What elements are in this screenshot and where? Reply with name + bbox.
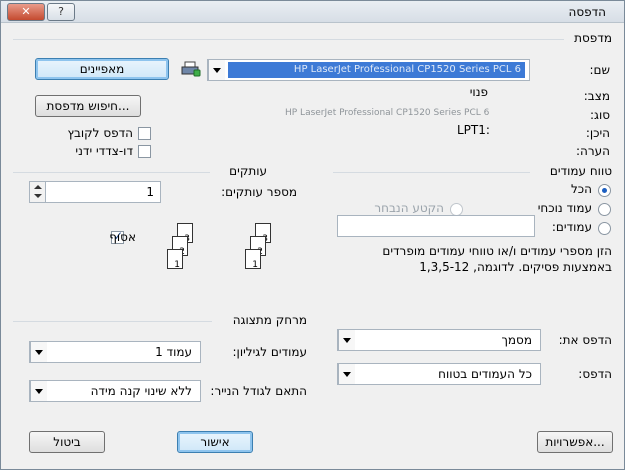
scale-label: התאם לגודל הנייר:: [210, 384, 307, 398]
page-range-pages-radio[interactable]: [598, 222, 611, 235]
printer-icon: [181, 61, 201, 77]
print-label: הדפס:: [578, 367, 612, 381]
title-bar: ✕ ? הדפסה: [1, 1, 624, 23]
copies-count-label: מספר עותקים:: [221, 185, 297, 199]
printer-type-label: סוג:: [589, 108, 610, 122]
spinner-icon: [30, 182, 46, 202]
print-to-file-label: הדפס לקובץ: [67, 126, 133, 140]
printer-status-label: מצב:: [583, 89, 610, 103]
close-icon: ✕: [21, 5, 31, 18]
pages-per-sheet-select[interactable]: 1 עמוד: [29, 341, 201, 363]
printer-type-value: HP LaserJet Professional CP1520 Series P…: [285, 108, 490, 118]
printer-status-value: פנוי: [469, 85, 488, 99]
print-what-label: הדפס את:: [558, 333, 612, 347]
print-to-file-checkbox[interactable]: [138, 127, 151, 140]
help-button[interactable]: ?: [47, 3, 75, 21]
manual-duplex-label: דו-צדדי ידני: [75, 144, 133, 158]
page-range-current-radio[interactable]: [598, 203, 611, 216]
manual-duplex-checkbox[interactable]: [138, 145, 151, 158]
chevron-down-icon: [338, 364, 355, 384]
help-icon: ?: [58, 5, 64, 18]
printer-group-label: מדפסת: [574, 31, 612, 45]
chevron-down-icon: [208, 60, 225, 80]
close-button[interactable]: ✕: [7, 3, 45, 21]
print-select[interactable]: כל העמודים בטווח: [337, 363, 541, 385]
ok-button[interactable]: אישור: [177, 431, 253, 453]
printer-where-value: LPT1:: [457, 123, 490, 137]
copies-divider: [13, 172, 210, 173]
page-range-group-label: טווח עמודים: [549, 164, 612, 178]
print-dialog: ✕ ? הדפסה מדפסת שם: HP LaserJet Professi…: [0, 0, 625, 470]
pages-per-sheet-label: עמודים לגיליון:: [232, 345, 307, 359]
collate-page-icon: 1: [167, 249, 183, 270]
pages-per-sheet-value: 1 עמוד: [155, 345, 192, 359]
zoom-divider: [13, 321, 212, 322]
page-range-help-text: הזן מספרי עמודים ו/או טווחי עמודים מופרד…: [382, 244, 612, 274]
zoom-group-label: מרחק מתצוגה: [232, 313, 307, 327]
scale-value: ללא שינוי קנה מידה: [90, 384, 192, 398]
printer-name-select[interactable]: HP LaserJet Professional CP1520 Series P…: [207, 59, 530, 81]
page-range-all-radio[interactable]: [598, 184, 611, 197]
printer-group-divider: [13, 39, 564, 40]
page-range-divider: [333, 172, 530, 173]
chevron-down-icon: [338, 330, 355, 350]
scale-select[interactable]: ללא שינוי קנה מידה: [29, 380, 201, 402]
copies-count-stepper[interactable]: 1: [29, 181, 161, 203]
find-printer-button[interactable]: חיפוש מדפסת...: [35, 95, 141, 117]
page-range-pages-label: עמודים:: [551, 220, 592, 234]
printer-name-label: שם:: [589, 63, 610, 77]
page-range-selection-label: הקטע הנבחר: [374, 201, 444, 215]
page-range-current-label: עמוד נוכחי: [537, 201, 592, 215]
collate-label: אסוף: [109, 230, 136, 244]
options-button[interactable]: אפשרויות...: [537, 431, 613, 453]
properties-button[interactable]: מאפיינים: [35, 58, 169, 80]
window-title: הדפסה: [568, 5, 606, 19]
printer-where-label: היכן:: [585, 126, 610, 140]
print-what-value: מסמך: [501, 333, 532, 347]
page-range-all-label: הכל: [570, 182, 592, 196]
print-what-select[interactable]: מסמך: [337, 329, 541, 351]
print-value: כל העמודים בטווח: [438, 367, 532, 381]
chevron-down-icon: [30, 381, 47, 401]
collate-page-icon: 1: [245, 249, 261, 270]
printer-name-value: HP LaserJet Professional CP1520 Series P…: [228, 62, 525, 78]
copies-group-label: עותקים: [229, 164, 267, 178]
copies-count-value: 1: [146, 185, 154, 199]
printer-comment-label: הערה:: [575, 144, 610, 158]
cancel-button[interactable]: ביטול: [29, 431, 105, 453]
page-range-pages-input[interactable]: [337, 215, 535, 237]
chevron-down-icon: [30, 342, 47, 362]
